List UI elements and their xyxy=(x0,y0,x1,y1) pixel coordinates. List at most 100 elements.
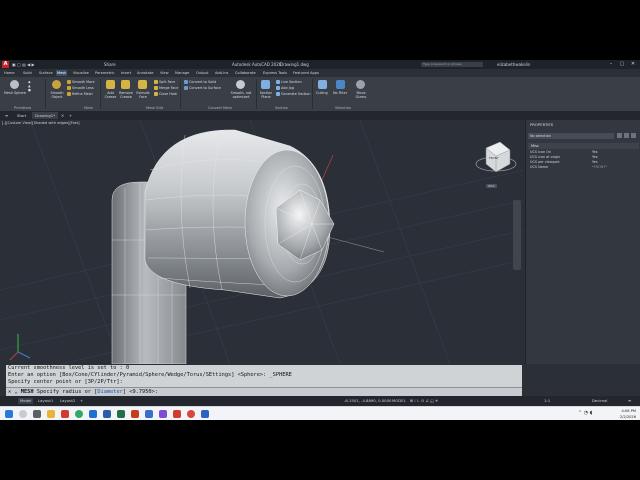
units-dropdown[interactable]: Decimal xyxy=(590,398,609,404)
autocad-taskbar-icon[interactable] xyxy=(61,410,69,418)
prop-row[interactable]: UCS Name *FRONT* xyxy=(530,165,638,170)
tab-featured-apps[interactable]: Featured Apps xyxy=(292,70,320,76)
culling-button[interactable]: Culling xyxy=(316,91,328,95)
file-tab-drawing1[interactable]: Drawing1* xyxy=(32,112,59,119)
chrome-icon[interactable] xyxy=(75,410,83,418)
model-space-button[interactable]: MODEL xyxy=(390,398,408,404)
smooth-object-button[interactable]: Smooth Object xyxy=(49,91,65,99)
drawing-viewport[interactable]: [-][Custom View][Shaded with edges][Fast… xyxy=(0,120,524,364)
properties-title: PROPERTIES xyxy=(530,122,554,127)
smooth-object-icon xyxy=(52,80,61,89)
generate-section-button[interactable]: Generate Section xyxy=(276,92,311,96)
selection-dropdown[interactable]: No selection xyxy=(528,133,614,139)
move-gizmo-dropdown[interactable]: Move Gizmo xyxy=(354,91,368,99)
panel-mesh-edit: Mesh Edit xyxy=(146,106,164,110)
panel-divider xyxy=(312,79,313,109)
edge-icon[interactable] xyxy=(89,410,97,418)
status-toggle-icons[interactable]: ⊞ ⁞ ∟ ⊙ ∠ ◱ ✳ xyxy=(408,398,440,404)
smooth-not-optimized-dropdown[interactable]: Smooth, not optimized xyxy=(228,91,254,99)
add-layout-icon[interactable]: + xyxy=(78,398,85,404)
live-section-button[interactable]: Live Section xyxy=(276,80,302,84)
new-tab-icon[interactable]: + xyxy=(66,112,75,119)
tab-manage[interactable]: Manage xyxy=(174,70,190,76)
tab-annotate[interactable]: Annotate xyxy=(136,70,154,76)
taskbar-clock[interactable]: 4:06 PM 2/2/2026 xyxy=(606,408,636,420)
app-icon[interactable] xyxy=(201,410,209,418)
app-menu-button[interactable]: A xyxy=(2,61,9,68)
tab-view[interactable]: View xyxy=(159,70,170,76)
record-icon[interactable] xyxy=(187,410,195,418)
convert-to-surface-button[interactable]: Convert to Surface xyxy=(184,86,221,90)
tab-mesh[interactable]: Mesh xyxy=(56,70,68,76)
primitive-tools[interactable]: ◆ ▲ ● xyxy=(28,80,31,92)
layout-tab-layout1[interactable]: Layout1 xyxy=(36,398,55,404)
tab-add-ins[interactable]: Add-ins xyxy=(214,70,229,76)
no-filter-dropdown[interactable]: No Filter xyxy=(333,91,347,95)
tab-solid[interactable]: Solid xyxy=(22,70,33,76)
smooth-more-button[interactable]: Smooth More xyxy=(67,80,95,84)
panel-primitives: Primitives xyxy=(14,106,32,110)
minimize-button[interactable]: – xyxy=(606,61,616,68)
coordinates-readout[interactable]: -6.1501, -4.8890, 0.0000 xyxy=(342,398,393,404)
tab-surface[interactable]: Surface xyxy=(38,70,54,76)
split-face-button[interactable]: Split Face xyxy=(154,80,175,84)
add-jog-button[interactable]: Add Jog xyxy=(276,86,294,90)
search-input[interactable]: Type a keyword or phrase xyxy=(421,62,483,67)
outlook-icon[interactable] xyxy=(145,410,153,418)
refine-mesh-button[interactable]: Refine Mesh xyxy=(67,92,93,96)
teams-icon[interactable] xyxy=(159,410,167,418)
excel-icon[interactable] xyxy=(117,410,125,418)
system-tray-icons[interactable]: ⌃ ◔ ◖ xyxy=(578,410,592,416)
share-button[interactable]: Share xyxy=(104,62,116,67)
tab-visualize[interactable]: Visualize xyxy=(72,70,90,76)
add-crease-button[interactable]: Add Crease xyxy=(103,91,118,99)
search-icon[interactable] xyxy=(19,410,27,418)
toggle-pickadd-icon[interactable] xyxy=(617,133,622,138)
model-canvas xyxy=(0,120,524,364)
word-icon[interactable] xyxy=(103,410,111,418)
tab-collaborate[interactable]: Collaborate xyxy=(234,70,257,76)
menu-icon[interactable]: ≡ xyxy=(2,112,11,119)
ribbon: Mesh Sphere ◆ ▲ ● Primitives Smooth Object… xyxy=(0,77,640,112)
file-explorer-icon[interactable] xyxy=(47,410,55,418)
command-option-diameter[interactable]: Diameter xyxy=(97,389,123,395)
layout-tab-model[interactable]: Model xyxy=(18,398,34,404)
quick-select-icon[interactable] xyxy=(631,133,636,138)
select-objects-icon[interactable] xyxy=(624,133,629,138)
annotation-scale[interactable]: 1:1 xyxy=(542,398,552,404)
navigation-bar[interactable] xyxy=(513,200,521,270)
merge-face-icon xyxy=(154,86,158,90)
mesh-sphere-button[interactable]: Mesh Sphere xyxy=(4,91,26,95)
command-line[interactable]: ✕ ⌄ MESH Specify radius or [Diameter] <9… xyxy=(6,387,522,396)
powerpoint-icon[interactable] xyxy=(131,410,139,418)
command-name: MESH xyxy=(20,389,34,395)
section-plane-button[interactable]: Section Plane xyxy=(258,91,274,99)
panel-section: Section xyxy=(275,106,289,110)
tab-output[interactable]: Output xyxy=(195,70,209,76)
misc-section-header[interactable]: Misc xyxy=(528,143,639,149)
remove-crease-button[interactable]: Remove Crease xyxy=(118,91,134,99)
convert-to-solid-icon xyxy=(184,80,188,84)
maximize-button[interactable]: ▢ xyxy=(617,61,627,68)
layout-tab-layout2[interactable]: Layout2 xyxy=(58,398,77,404)
customize-icon[interactable]: ≡ xyxy=(626,398,633,404)
smooth-less-button[interactable]: Smooth Less xyxy=(67,86,94,90)
close-hole-button[interactable]: Close Hole xyxy=(154,92,177,96)
tab-insert[interactable]: Insert xyxy=(120,70,132,76)
start-icon[interactable] xyxy=(5,410,13,418)
tab-parametric[interactable]: Parametric xyxy=(94,70,115,76)
user-account[interactable]: elizabethwakelin xyxy=(497,62,530,67)
close-command-icon[interactable]: ✕ ⌄ xyxy=(6,389,18,395)
tab-express-tools[interactable]: Express Tools xyxy=(262,70,288,76)
quick-access-toolbar[interactable]: ▣ ▢ ▤ ◀ ▶ xyxy=(12,62,35,67)
smooth-less-icon xyxy=(67,86,71,90)
close-button[interactable]: ✕ xyxy=(628,61,638,68)
convert-to-solid-button[interactable]: Convert to Solid xyxy=(184,80,216,84)
app-icon[interactable] xyxy=(173,410,181,418)
extrude-face-button[interactable]: Extrude Face xyxy=(135,91,151,99)
merge-face-button[interactable]: Merge Face xyxy=(154,86,178,90)
tab-home[interactable]: Home xyxy=(3,70,16,76)
file-tab-start[interactable]: Start xyxy=(14,112,29,119)
wcs-dropdown[interactable]: WCS xyxy=(486,184,497,188)
task-view-icon[interactable] xyxy=(33,410,41,418)
